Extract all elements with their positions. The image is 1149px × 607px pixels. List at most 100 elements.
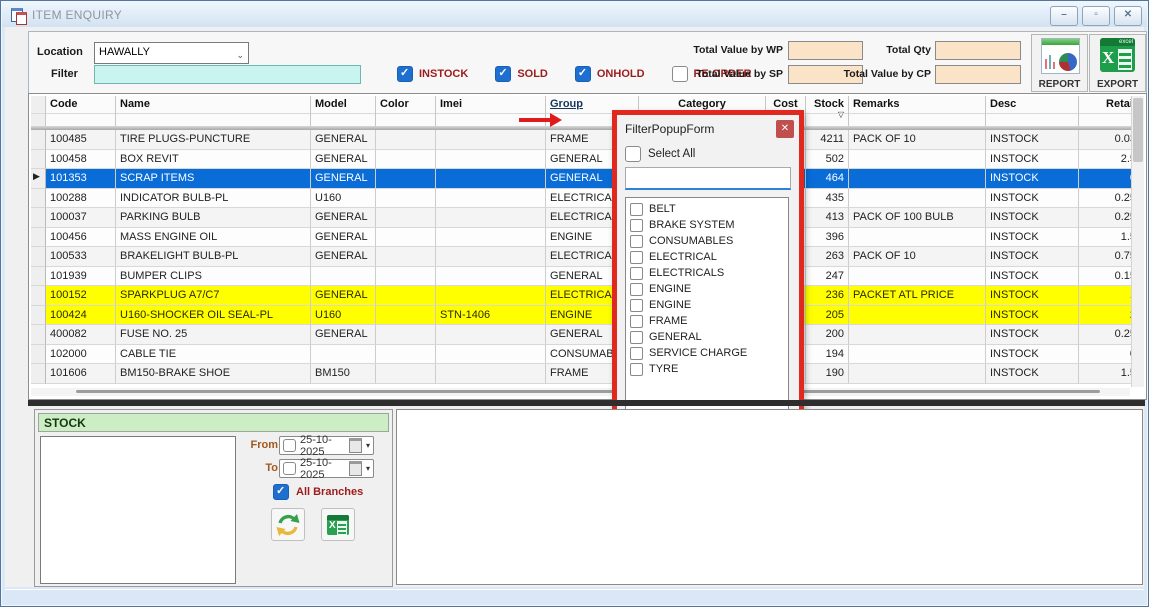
cell-remarks: PACK OF 100 BULB	[849, 208, 986, 228]
report-button[interactable]: REPORT	[1031, 34, 1088, 92]
from-date-value: 25-10-2025	[300, 434, 345, 458]
cell-color	[376, 208, 436, 228]
cell-name: CABLE TIE	[116, 345, 311, 365]
close-button[interactable]: ✕	[1114, 6, 1142, 26]
group-filter-option[interactable]: ELECTRICAL	[626, 249, 788, 265]
stock-export-button[interactable]: X	[321, 508, 355, 541]
total-label: Total Value by WP	[671, 44, 783, 56]
cell-remarks	[849, 345, 986, 365]
checkbox-onhold[interactable]: ONHOLD	[575, 66, 645, 82]
from-date-picker[interactable]: 25-10-2025 ▾	[279, 436, 374, 455]
cell-imei	[436, 364, 546, 384]
column-header-model[interactable]: Model	[311, 96, 376, 126]
column-header-desc[interactable]: Desc	[986, 96, 1079, 126]
checkbox-sold[interactable]: SOLD	[495, 66, 548, 82]
cell-name: SPARKPLUG A7/C7	[116, 286, 311, 306]
cell-imei	[436, 228, 546, 248]
table-row[interactable]: 400082FUSE NO. 25GENERALGENERAL200INSTOC…	[31, 325, 1141, 345]
group-filter-option[interactable]: TYRE	[626, 361, 788, 377]
total-label: Total Value by CP	[819, 68, 931, 80]
group-filter-option-label: CONSUMABLES	[649, 235, 733, 247]
cell-color	[376, 169, 436, 189]
group-filter-option[interactable]: CONSUMABLES	[626, 233, 788, 249]
row-header-cell	[31, 306, 46, 326]
checkbox-instock[interactable]: INSTOCK	[397, 66, 468, 82]
table-row[interactable]: 100424U160-SHOCKER OIL SEAL-PLU160STN-14…	[31, 306, 1141, 326]
to-date-picker[interactable]: 25-10-2025 ▾	[279, 459, 374, 478]
checkbox-icon	[283, 462, 296, 475]
group-filter-option-label: SERVICE CHARGE	[649, 347, 747, 359]
row-header-cell	[31, 228, 46, 248]
group-filter-option[interactable]: GENERAL	[626, 329, 788, 345]
vertical-scrollbar[interactable]	[1131, 96, 1144, 387]
cell-code: 101606	[46, 364, 116, 384]
cell-imei	[436, 189, 546, 209]
maximize-button[interactable]: ▫	[1082, 6, 1110, 26]
window-title: ITEM ENQUIRY	[32, 8, 122, 22]
popup-close-button[interactable]: ✕	[776, 120, 794, 138]
table-row[interactable]: 100288INDICATOR BULB-PLU160ELECTRICAL435…	[31, 189, 1141, 209]
group-filter-option[interactable]: SERVICE CHARGE	[626, 345, 788, 361]
cell-desc: INSTOCK	[986, 267, 1079, 287]
group-filter-option[interactable]: BRAKE SYSTEM	[626, 217, 788, 233]
table-row[interactable]: 100456MASS ENGINE OILGENERALENGINE396INS…	[31, 228, 1141, 248]
group-filter-option[interactable]: FRAME	[626, 313, 788, 329]
export-button[interactable]: excelX EXPORT	[1089, 34, 1146, 92]
column-header-name[interactable]: Name	[116, 96, 311, 126]
group-filter-option[interactable]: BELT	[626, 201, 788, 217]
checkbox-icon	[630, 203, 643, 216]
cell-desc: INSTOCK	[986, 189, 1079, 209]
select-all-checkbox[interactable]: Select All	[625, 146, 695, 162]
horizontal-scrollbar[interactable]	[31, 388, 1130, 396]
checkbox-label: SOLD	[517, 68, 548, 80]
row-header-cell	[31, 267, 46, 287]
table-row[interactable]: 100485TIRE PLUGS-PUNCTUREGENERALFRAME421…	[31, 130, 1141, 150]
table-row[interactable]: 101939BUMPER CLIPSGENERAL247INSTOCK0.15	[31, 267, 1141, 287]
table-row[interactable]: ▶101353SCRAP ITEMSGENERALGENERAL464INSTO…	[31, 169, 1141, 189]
calendar-icon	[349, 461, 362, 476]
location-dropdown[interactable]: HAWALLY ⌄	[94, 42, 249, 64]
filter-input[interactable]	[94, 65, 361, 84]
cell-model: GENERAL	[311, 325, 376, 345]
all-branches-label: All Branches	[296, 486, 363, 498]
popup-search-input[interactable]	[625, 167, 791, 190]
cell-remarks: PACKET ATL PRICE	[849, 286, 986, 306]
group-filter-option-label: GENERAL	[649, 331, 702, 343]
group-filter-option[interactable]: ELECTRICALS	[626, 265, 788, 281]
table-row[interactable]: 102000CABLE TIECONSUMABLES194INSTOCK0	[31, 345, 1141, 365]
column-header-code[interactable]: Code	[46, 96, 116, 126]
cell-color	[376, 228, 436, 248]
group-filter-option[interactable]: ENGINE	[626, 297, 788, 313]
group-filter-option[interactable]: ENGINE	[626, 281, 788, 297]
splitter-bar[interactable]	[28, 400, 1145, 406]
cell-code: 100485	[46, 130, 116, 150]
checkbox-icon	[630, 315, 643, 328]
cell-imei	[436, 345, 546, 365]
detail-panel	[396, 409, 1143, 585]
cell-name: BM150-BRAKE SHOE	[116, 364, 311, 384]
checkbox-icon	[630, 299, 643, 312]
table-row[interactable]: 100037PARKING BULBGENERALELECTRICAL413PA…	[31, 208, 1141, 228]
column-header-stock[interactable]: Stock ▽	[806, 96, 849, 126]
cell-name: MASS ENGINE OIL	[116, 228, 311, 248]
export-button-label: EXPORT	[1090, 79, 1145, 90]
checkbox-icon	[630, 363, 643, 376]
table-row[interactable]: 100152SPARKPLUG A7/C7GENERALELECTRICAL23…	[31, 286, 1141, 306]
table-row[interactable]: 100458BOX REVITGENERALGENERAL502INSTOCK2…	[31, 150, 1141, 170]
cell-remarks: PACK OF 10	[849, 130, 986, 150]
cell-code: 400082	[46, 325, 116, 345]
cell-remarks	[849, 228, 986, 248]
cell-imei	[436, 247, 546, 267]
all-branches-checkbox[interactable]: All Branches	[273, 484, 363, 500]
table-row[interactable]: 100533BRAKELIGHT BULB-PLGENERALELECTRICA…	[31, 247, 1141, 267]
cell-model: GENERAL	[311, 169, 376, 189]
stock-listbox[interactable]	[40, 436, 236, 584]
table-row[interactable]: 101606BM150-BRAKE SHOEBM150FRAME190INSTO…	[31, 364, 1141, 384]
bottom-section: STOCK From 25-10-2025 ▾ To 25-10-2025 ▾ …	[28, 408, 1145, 586]
minimize-button[interactable]: –	[1050, 6, 1078, 26]
column-header-color[interactable]: Color	[376, 96, 436, 126]
column-header-remarks[interactable]: Remarks	[849, 96, 986, 126]
cell-name: TIRE PLUGS-PUNCTURE	[116, 130, 311, 150]
refresh-button[interactable]	[271, 508, 305, 541]
title-bar: ITEM ENQUIRY – ▫ ✕	[2, 2, 1147, 27]
